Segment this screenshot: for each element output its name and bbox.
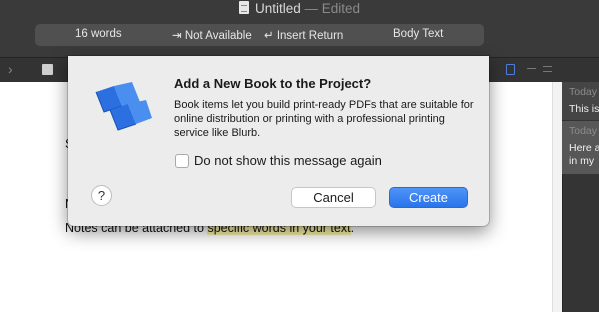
list-icon[interactable] [543,66,552,72]
chevron-right-icon[interactable]: › [8,61,13,77]
comment-text: This is [569,103,599,115]
return-action: ↵ Insert Return [264,30,344,42]
paragraph-style[interactable]: Body Text [393,28,443,40]
comment-text: in my [569,155,595,167]
add-book-dialog: Add a New Book to the Project? Book item… [68,56,489,226]
help-button[interactable]: ? [91,185,112,206]
editor-scrollbar[interactable] [552,82,562,312]
split-view-icon[interactable] [506,64,515,75]
create-button[interactable]: Create [389,187,468,208]
dont-show-again-checkbox[interactable] [175,154,189,168]
window-title: Untitled — Edited [0,1,599,17]
book-icon [95,82,152,131]
document-icon [238,1,249,14]
cancel-button[interactable]: Cancel [291,187,376,208]
window-titlebar: Untitled — Edited 16 words ⇥ Not Availab… [0,0,599,57]
tab-action: ⇥ Not Available [172,30,252,42]
comment-card[interactable]: Today This is [562,82,599,120]
comment-card[interactable]: Today Here a in my [562,121,599,174]
comment-date: Today [569,125,598,137]
document-name: Untitled [254,1,301,16]
comment-date: Today [569,86,598,98]
divider-icon [527,68,536,69]
dialog-message: Book items let you build print-ready PDF… [174,99,474,139]
binder-icon[interactable] [42,64,53,75]
document-status: — Edited [304,1,361,16]
dont-show-again-label[interactable]: Do not show this message again [194,153,382,168]
dialog-title: Add a New Book to the Project? [174,76,372,91]
comment-text: Here a [569,142,599,154]
stats-bar: 16 words ⇥ Not Available ↵ Insert Return… [35,24,484,46]
word-count[interactable]: 16 words [75,28,122,40]
